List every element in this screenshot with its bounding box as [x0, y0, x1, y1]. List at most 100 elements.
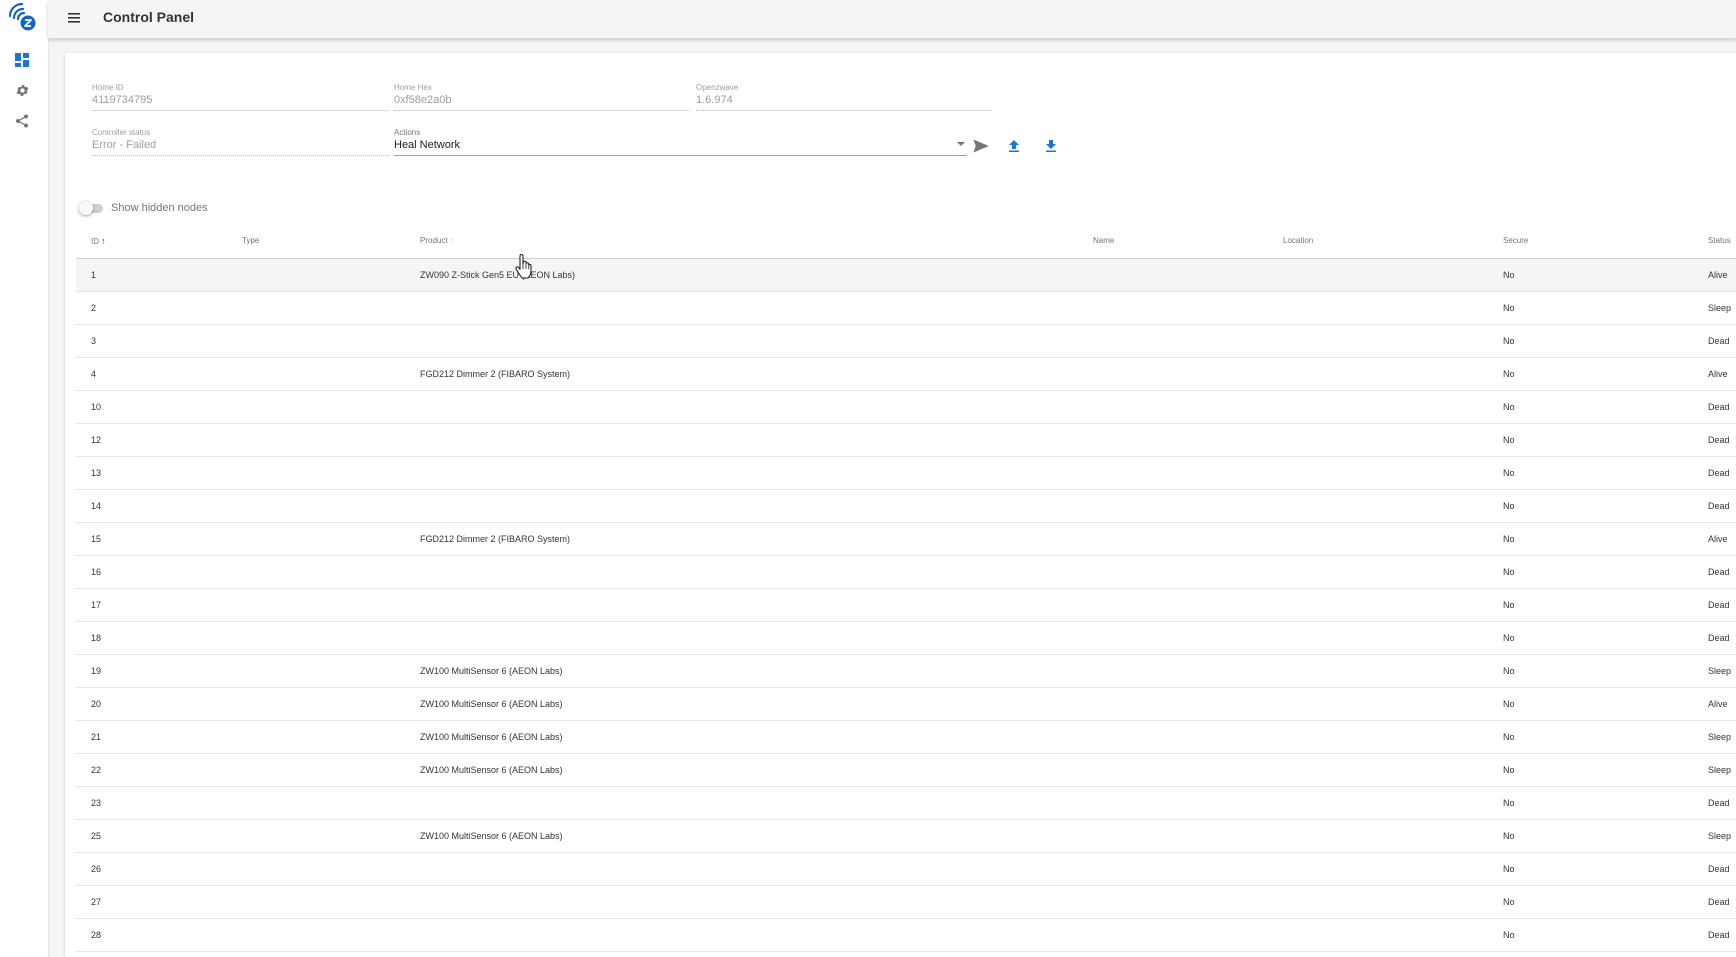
table-row[interactable]: 16 No Dead — [76, 556, 1736, 589]
table-row[interactable]: 17 No Dead — [76, 589, 1736, 622]
cell-secure: No — [1503, 765, 1515, 775]
header-status[interactable]: Status — [1708, 236, 1731, 245]
controller-status-field: Controller status Error - Failed — [92, 128, 388, 156]
cell-secure: No — [1503, 534, 1515, 544]
send-icon[interactable] — [973, 139, 989, 153]
table-row[interactable]: 1 ZW090 Z-Stick Gen5 EU (AEON Labs) No Aliv… — [76, 259, 1736, 292]
home-id-label: Home ID — [92, 83, 124, 92]
header-type[interactable]: Type — [242, 236, 259, 245]
actions-select[interactable]: Actions Heal Network — [394, 128, 967, 156]
cell-id: 21 — [91, 732, 102, 742]
home-id-field: Home ID 4119734795 — [92, 83, 388, 111]
cell-secure: No — [1503, 435, 1515, 445]
show-hidden-nodes-toggle[interactable] — [79, 200, 103, 215]
actions-label: Actions — [394, 128, 421, 137]
cell-status: Sleep — [1708, 732, 1732, 742]
nav-share[interactable] — [12, 111, 32, 131]
table-row[interactable]: 15 FGD212 Dimmer 2 (FIBARO System) No Alive — [76, 523, 1736, 556]
cell-secure: No — [1503, 600, 1515, 610]
table-row[interactable]: 28 No Dead — [76, 919, 1736, 952]
cell-secure: No — [1503, 699, 1515, 709]
cell-product: ZW100 MultiSensor 6 (AEON Labs) — [420, 699, 563, 709]
cell-id: 16 — [91, 567, 102, 577]
cell-product: FGD212 Dimmer 2 (FIBARO System) — [420, 534, 571, 544]
header-location[interactable]: Location — [1283, 236, 1313, 245]
dropdown-arrow-icon — [957, 142, 965, 146]
app-bar: Control Panel — [48, 0, 1736, 38]
cell-status: Sleep — [1708, 303, 1732, 313]
cell-id: 22 — [91, 765, 102, 775]
home-id-value: 4119734795 — [92, 94, 388, 111]
table-body: 1 ZW090 Z-Stick Gen5 EU (AEON Labs) No Aliv… — [76, 259, 1736, 952]
table-row[interactable]: 21 ZW100 MultiSensor 6 (AEON Labs) No Sleep — [76, 721, 1736, 754]
header-secure[interactable]: Secure — [1503, 236, 1528, 245]
cell-id: 19 — [91, 666, 102, 676]
cell-secure: No — [1503, 369, 1515, 379]
cell-product: FGD212 Dimmer 2 (FIBARO System) — [420, 369, 571, 379]
show-hidden-nodes-label: Show hidden nodes — [111, 202, 208, 214]
table-row[interactable]: 27 No Dead — [76, 886, 1736, 919]
header-id[interactable]: ID ↑ — [91, 236, 106, 246]
nav-settings[interactable] — [12, 80, 32, 100]
openzwave-field: Openzwave 1.6.974 — [696, 83, 992, 111]
table-row[interactable]: 3 No Dead — [76, 325, 1736, 358]
cell-status: Dead — [1708, 567, 1730, 577]
cell-id: 10 — [91, 402, 102, 412]
cell-status: Alive — [1708, 270, 1728, 280]
cell-secure: No — [1503, 732, 1515, 742]
hand-cursor-icon — [515, 254, 532, 279]
cell-status: Dead — [1708, 897, 1730, 907]
cell-id: 17 — [91, 600, 102, 610]
cell-id: 14 — [91, 501, 102, 511]
home-hex-label: Home Hex — [394, 83, 432, 92]
table-row[interactable]: 22 ZW100 MultiSensor 6 (AEON Labs) No Sleep — [76, 754, 1736, 787]
cell-id: 23 — [91, 798, 102, 808]
cell-product: ZW100 MultiSensor 6 (AEON Labs) — [420, 831, 563, 841]
cell-id: 13 — [91, 468, 102, 478]
cell-status: Dead — [1708, 402, 1730, 412]
header-name[interactable]: Name — [1093, 236, 1114, 245]
table-row[interactable]: 26 No Dead — [76, 853, 1736, 886]
cell-id: 4 — [91, 369, 97, 379]
cell-secure: No — [1503, 633, 1515, 643]
cell-status: Alive — [1708, 369, 1728, 379]
cell-status: Sleep — [1708, 666, 1732, 676]
download-icon[interactable] — [1045, 139, 1057, 153]
nav-control-panel[interactable] — [12, 50, 32, 70]
cell-product: ZW100 MultiSensor 6 (AEON Labs) — [420, 765, 563, 775]
table-row[interactable]: 25 ZW100 MultiSensor 6 (AEON Labs) No Sleep — [76, 820, 1736, 853]
cell-secure: No — [1503, 798, 1515, 808]
cell-status: Dead — [1708, 501, 1730, 511]
table-row[interactable]: 13 No Dead — [76, 457, 1736, 490]
upload-icon[interactable] — [1008, 139, 1020, 153]
table-row[interactable]: 18 No Dead — [76, 622, 1736, 655]
header-product[interactable]: Product ↑ — [420, 236, 453, 245]
cell-status: Dead — [1708, 600, 1730, 610]
cell-id: 25 — [91, 831, 102, 841]
cell-secure: No — [1503, 864, 1515, 874]
cell-product: ZW090 Z-Stick Gen5 EU (AEON Labs) — [420, 270, 576, 280]
controller-status-value: Error - Failed — [92, 139, 388, 156]
home-hex-value: 0xf58e2a0b — [394, 94, 690, 111]
menu-icon[interactable] — [65, 8, 85, 28]
cell-secure: No — [1503, 567, 1515, 577]
cell-product: ZW100 MultiSensor 6 (AEON Labs) — [420, 666, 563, 676]
table-row[interactable]: 14 No Dead — [76, 490, 1736, 523]
cell-secure: No — [1503, 303, 1515, 313]
table-row[interactable]: 10 No Dead — [76, 391, 1736, 424]
cell-secure: No — [1503, 831, 1515, 841]
cell-product: ZW100 MultiSensor 6 (AEON Labs) — [420, 732, 563, 742]
cell-secure: No — [1503, 402, 1515, 412]
table-row[interactable]: 12 No Dead — [76, 424, 1736, 457]
header-id-label: ID — [91, 237, 99, 246]
table-row[interactable]: 19 ZW100 MultiSensor 6 (AEON Labs) No Sleep — [76, 655, 1736, 688]
table-row[interactable]: 4 FGD212 Dimmer 2 (FIBARO System) No Alive — [76, 358, 1736, 391]
table-row[interactable]: 23 No Dead — [76, 787, 1736, 820]
cell-status: Dead — [1708, 930, 1730, 940]
nodes-table: ID ↑ Type Product ↑ Name Location Secure S… — [76, 221, 1736, 952]
openzwave-value: 1.6.974 — [696, 94, 992, 111]
table-row[interactable]: 20 ZW100 MultiSensor 6 (AEON Labs) No Alive — [76, 688, 1736, 721]
sort-hint-icon: ↑ — [449, 238, 454, 245]
table-row[interactable]: 2 No Sleep — [76, 292, 1736, 325]
cell-secure: No — [1503, 501, 1515, 511]
